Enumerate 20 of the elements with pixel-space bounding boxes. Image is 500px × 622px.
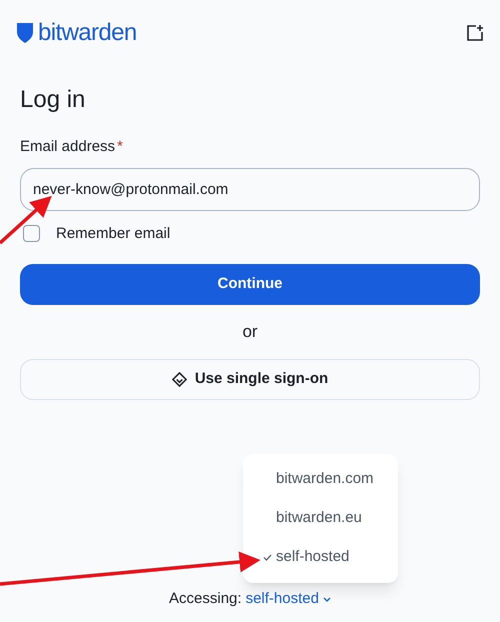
logo-text: bitwarden: [38, 21, 137, 45]
region-selector[interactable]: self-hosted: [246, 588, 331, 610]
menu-item[interactable]: bitwarden.com: [243, 460, 398, 499]
new-window-icon[interactable]: [466, 24, 484, 42]
sso-button[interactable]: Use single sign-on: [20, 358, 480, 400]
checkbox[interactable]: [23, 225, 40, 242]
page-title: Log in: [20, 85, 86, 115]
field-label: Email address: [20, 137, 116, 157]
separator-text: or: [242, 321, 258, 343]
checkbox-label[interactable]: Remember email: [56, 222, 170, 245]
email-field[interactable]: never-know@protonmail.com: [20, 168, 480, 210]
menu-item[interactable]: self-hosted: [243, 538, 398, 577]
chevron-down-icon: [322, 596, 331, 602]
accessing-label: Accessing:: [169, 589, 242, 609]
continue-button[interactable]: Continue: [20, 264, 480, 305]
check-icon: [263, 554, 272, 561]
menu-item[interactable]: bitwarden.eu: [243, 499, 398, 538]
annotation-arrow: [0, 196, 52, 244]
required-mark: *: [117, 137, 123, 157]
shield-icon: [16, 22, 34, 44]
